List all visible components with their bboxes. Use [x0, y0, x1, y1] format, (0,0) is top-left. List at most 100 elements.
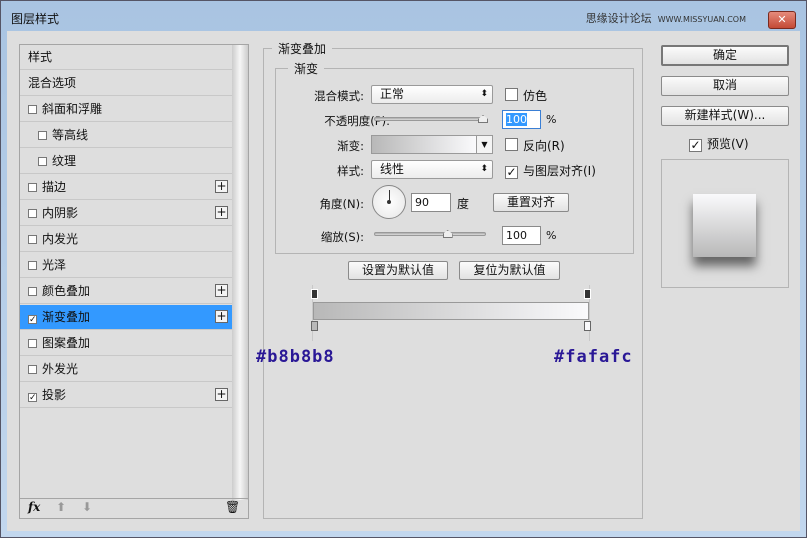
group-title: 渐变: [288, 60, 325, 77]
scale-label: 缩放(S):: [320, 230, 364, 244]
reset-default-button[interactable]: 复位为默认值: [459, 261, 560, 280]
sidebar-item[interactable]: 内发光: [20, 227, 232, 252]
new-style-button[interactable]: 新建样式(W)...: [661, 106, 789, 126]
watermark: 思缘设计论坛 WWW.MISSYUAN.COM: [586, 10, 746, 26]
gradient-overlay-fieldset: 渐变叠加 渐变 混合模式: 正常 ⬍ 仿色 不透明度(P): 100 % 渐变: …: [256, 40, 643, 519]
sidebar-item[interactable]: 纹理: [20, 149, 232, 174]
watermark-text: 思缘设计论坛: [585, 12, 652, 25]
style-select[interactable]: 线性 ⬍: [371, 160, 493, 179]
sidebar-item-label: 斜面和浮雕: [42, 102, 103, 116]
scrollbar[interactable]: [232, 45, 248, 500]
style-list: 样式 混合选项 斜面和浮雕 等高线 纹理 描边 + 内阴影 + 内发光 光泽 颜色叠加 + ✓ 渐变叠加 + 图…: [19, 44, 249, 519]
dropdown-arrow-icon[interactable]: ▼: [476, 136, 492, 153]
opacity-slider[interactable]: [374, 117, 486, 121]
opacity-value: 100: [506, 113, 527, 126]
color-stop-left[interactable]: [311, 321, 318, 331]
checkbox[interactable]: [28, 105, 37, 114]
align-layer-checkbox[interactable]: ✓ 与图层对齐(I): [505, 162, 596, 179]
preview-checkbox[interactable]: ✓ 预览(V): [689, 135, 749, 152]
reverse-checkbox[interactable]: 反向(R): [505, 137, 565, 154]
fx-button[interactable]: fx: [28, 500, 40, 514]
angle-dial[interactable]: [372, 185, 406, 219]
close-button[interactable]: ✕: [768, 11, 796, 29]
plus-icon[interactable]: +: [215, 206, 228, 219]
angle-input[interactable]: 90: [411, 193, 451, 212]
angle-value: 90: [415, 196, 429, 209]
updown-icon: ⬍: [480, 89, 488, 99]
scale-value: 100: [506, 229, 527, 242]
gradient-label: 渐变:: [337, 139, 364, 153]
sidebar-item-label: 颜色叠加: [42, 284, 91, 298]
trash-icon[interactable]: 🗑: [225, 500, 240, 514]
checkbox[interactable]: [28, 209, 37, 218]
sidebar-item[interactable]: 混合选项: [20, 71, 232, 96]
checkbox[interactable]: [28, 339, 37, 348]
ok-button[interactable]: 确定: [661, 45, 789, 66]
reset-align-button[interactable]: 重置对齐: [493, 193, 569, 212]
color-stop-right[interactable]: [584, 321, 591, 331]
opacity-unit: %: [546, 113, 557, 126]
window-title: 图层样式: [11, 12, 60, 26]
sidebar-item[interactable]: 颜色叠加 +: [20, 279, 232, 304]
style-value: 线性: [380, 162, 405, 176]
checkbox[interactable]: [28, 287, 37, 296]
sidebar-item[interactable]: 等高线: [20, 123, 232, 148]
angle-unit: 度: [457, 197, 470, 211]
watermark-url: WWW.MISSYUAN.COM: [657, 15, 746, 24]
preview-swatch: [693, 194, 756, 257]
layer-style-dialog: 图层样式 思缘设计论坛 WWW.MISSYUAN.COM ✕ 样式混合选项斜面和浮…: [0, 0, 807, 538]
sidebar-item-label: 外发光: [42, 362, 79, 376]
opacity-input[interactable]: 100: [502, 110, 541, 129]
sidebar-item[interactable]: 图案叠加: [20, 331, 232, 356]
checkbox[interactable]: ✓: [28, 315, 37, 325]
blend-mode-label: 混合模式:: [314, 89, 364, 103]
sidebar-item[interactable]: 描边 +: [20, 175, 232, 200]
gradient-picker[interactable]: ▼: [371, 135, 493, 154]
set-default-button[interactable]: 设置为默认值: [348, 261, 448, 280]
scale-input[interactable]: 100: [502, 226, 541, 245]
sidebar-item[interactable]: 内阴影 +: [20, 201, 232, 226]
plus-icon[interactable]: +: [215, 284, 228, 297]
sidebar-item-label: 描边: [42, 180, 67, 194]
dialog-body: 样式 混合选项 斜面和浮雕 等高线 纹理 描边 + 内阴影 + 内发光 光泽 颜色叠加 + ✓ 渐变叠加 + 图…: [7, 31, 800, 531]
dither-checkbox[interactable]: 仿色: [505, 87, 547, 104]
move-down-icon[interactable]: ⬇: [82, 500, 92, 514]
opacity-stop-right[interactable]: [584, 289, 591, 299]
gradient-group: 渐变 混合模式: 正常 ⬍ 仿色 不透明度(P): 100 % 渐变: ▼ 反向(…: [275, 60, 634, 254]
sidebar-item[interactable]: ✓ 投影 +: [20, 383, 232, 408]
cancel-button[interactable]: 取消: [661, 76, 789, 96]
sidebar-item-label: 混合选项: [28, 76, 77, 90]
sidebar-item[interactable]: ✓ 渐变叠加 +: [20, 305, 232, 330]
move-up-icon[interactable]: ⬆: [56, 500, 66, 514]
sidebar-item[interactable]: 外发光: [20, 357, 232, 382]
checkbox[interactable]: [38, 131, 47, 140]
style-label: 样式:: [337, 164, 364, 178]
checkbox[interactable]: [28, 365, 37, 374]
blend-mode-select[interactable]: 正常 ⬍: [371, 85, 493, 104]
plus-icon[interactable]: +: [215, 180, 228, 193]
sidebar-item-label: 光泽: [42, 258, 67, 272]
checkbox[interactable]: [28, 235, 37, 244]
opacity-stop-left[interactable]: [311, 289, 318, 299]
sidebar-item[interactable]: 样式: [20, 45, 232, 70]
plus-icon[interactable]: +: [215, 310, 228, 323]
panel-title: 渐变叠加: [272, 40, 333, 57]
opacity-label: 不透明度(P):: [324, 114, 390, 128]
updown-icon: ⬍: [480, 164, 488, 174]
dither-label: 仿色: [523, 89, 548, 103]
checkbox[interactable]: [38, 157, 47, 166]
sidebar-item[interactable]: 光泽: [20, 253, 232, 278]
gradient-bar[interactable]: [313, 302, 589, 320]
angle-label: 角度(N):: [319, 197, 364, 211]
end-color-annotation: #fafafc: [554, 347, 633, 367]
sidebar-item[interactable]: 斜面和浮雕: [20, 97, 232, 122]
sidebar-item-label: 纹理: [52, 154, 77, 168]
checkbox[interactable]: [28, 183, 37, 192]
sidebar-item-label: 样式: [28, 50, 53, 64]
checkbox[interactable]: ✓: [28, 393, 37, 403]
plus-icon[interactable]: +: [215, 388, 228, 401]
checkbox[interactable]: [28, 261, 37, 270]
scale-slider[interactable]: [374, 232, 486, 236]
style-list-footer: fx ⬆ ⬇ 🗑: [20, 498, 248, 518]
align-layer-label: 与图层对齐(I): [523, 164, 596, 178]
